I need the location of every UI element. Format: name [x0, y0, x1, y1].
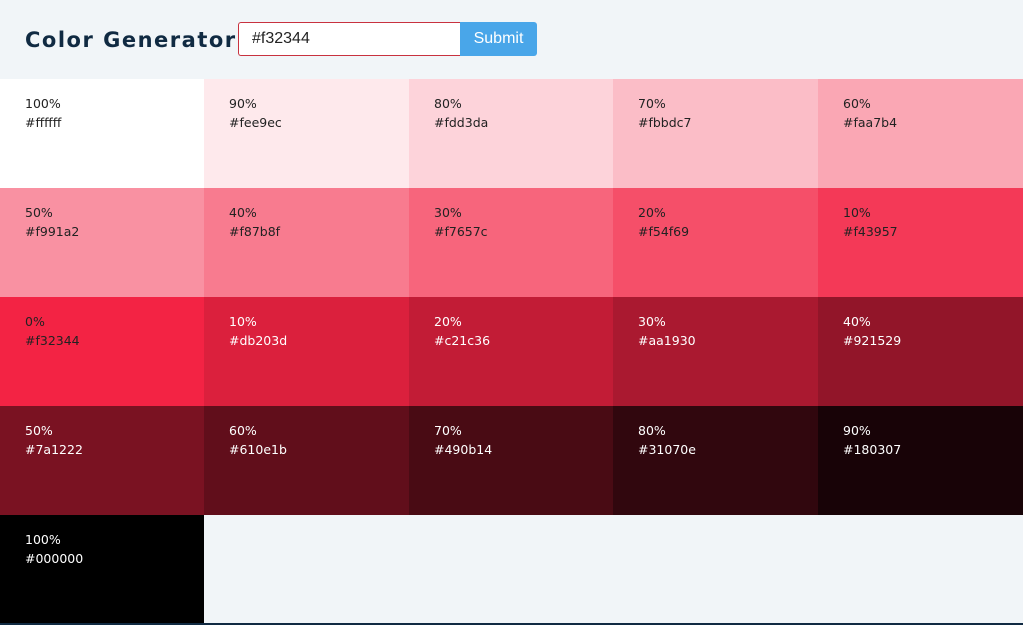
swatch-percent: 100% — [25, 96, 61, 111]
swatch-hex-value: #db203d — [229, 333, 288, 348]
swatch-percent: 20% — [434, 314, 462, 329]
color-swatch[interactable]: 50% #f991a2 — [0, 188, 204, 297]
swatch-hex-value: #f43957 — [843, 224, 898, 239]
swatch-hex-value: #f32344 — [25, 333, 80, 348]
swatch-percent: 50% — [25, 423, 53, 438]
header: Color Generator Submit — [0, 0, 1023, 78]
swatch-percent: 90% — [843, 423, 871, 438]
color-swatch[interactable]: 50% #7a1222 — [0, 406, 204, 515]
color-swatch[interactable]: 40% #f87b8f — [204, 188, 409, 297]
color-swatch[interactable]: 10% #db203d — [204, 297, 409, 406]
swatch-hex-value: #fbbdc7 — [638, 115, 692, 130]
color-swatch[interactable]: 0% #f32344 — [0, 297, 204, 406]
swatch-percent: 10% — [229, 314, 257, 329]
color-swatch-grid: 100% #ffffff 90% #fee9ec 80% #fdd3da 70% #fbbdc… — [0, 79, 1023, 624]
swatch-hex-value: #faa7b4 — [843, 115, 898, 130]
swatch-hex-value: #fdd3da — [434, 115, 489, 130]
color-swatch[interactable]: 100% #000000 — [0, 515, 204, 624]
swatch-percent: 90% — [229, 96, 257, 111]
app-title: Color Generator — [25, 28, 237, 52]
color-swatch[interactable]: 10% #f43957 — [818, 188, 1023, 297]
swatch-hex-value: #f87b8f — [229, 224, 281, 239]
swatch-percent: 40% — [843, 314, 871, 329]
swatch-hex-value: #f54f69 — [638, 224, 690, 239]
color-swatch[interactable]: 60% #610e1b — [204, 406, 409, 515]
color-form: Submit — [238, 22, 537, 56]
swatch-percent: 100% — [25, 532, 61, 547]
swatch-hex-value: #610e1b — [229, 442, 287, 457]
swatch-hex-value: #c21c36 — [434, 333, 491, 348]
swatch-hex-value: #aa1930 — [638, 333, 696, 348]
swatch-hex-value: #fee9ec — [229, 115, 282, 130]
swatch-hex-value: #ffffff — [25, 115, 62, 130]
color-swatch[interactable]: 90% #fee9ec — [204, 79, 409, 188]
swatch-percent: 60% — [229, 423, 257, 438]
swatch-hex-value: #490b14 — [434, 442, 493, 457]
color-swatch[interactable]: 70% #fbbdc7 — [613, 79, 818, 188]
swatch-percent: 10% — [843, 205, 871, 220]
swatch-percent: 30% — [434, 205, 462, 220]
color-swatch[interactable]: 80% #31070e — [613, 406, 818, 515]
swatch-percent: 0% — [25, 314, 45, 329]
swatch-percent: 70% — [638, 96, 666, 111]
swatch-percent: 50% — [25, 205, 53, 220]
swatch-percent: 60% — [843, 96, 871, 111]
swatch-hex-value: #7a1222 — [25, 442, 83, 457]
color-swatch[interactable]: 70% #490b14 — [409, 406, 613, 515]
swatch-percent: 80% — [434, 96, 462, 111]
color-swatch[interactable]: 40% #921529 — [818, 297, 1023, 406]
color-swatch[interactable]: 60% #faa7b4 — [818, 79, 1023, 188]
color-swatch[interactable]: 30% #aa1930 — [613, 297, 818, 406]
swatch-percent: 80% — [638, 423, 666, 438]
swatch-hex-value: #000000 — [25, 551, 84, 566]
swatch-percent: 30% — [638, 314, 666, 329]
swatch-hex-value: #31070e — [638, 442, 696, 457]
color-swatch[interactable]: 30% #f7657c — [409, 188, 613, 297]
swatch-hex-value: #f7657c — [434, 224, 488, 239]
submit-button[interactable]: Submit — [460, 22, 537, 56]
color-swatch[interactable]: 90% #180307 — [818, 406, 1023, 515]
color-swatch[interactable]: 100% #ffffff — [0, 79, 204, 188]
color-swatch[interactable]: 80% #fdd3da — [409, 79, 613, 188]
color-swatch[interactable]: 20% #c21c36 — [409, 297, 613, 406]
swatch-percent: 40% — [229, 205, 257, 220]
swatch-hex-value: #180307 — [843, 442, 902, 457]
swatch-percent: 20% — [638, 205, 666, 220]
swatch-hex-value: #921529 — [843, 333, 902, 348]
swatch-percent: 70% — [434, 423, 462, 438]
color-swatch[interactable]: 20% #f54f69 — [613, 188, 818, 297]
swatch-hex-value: #f991a2 — [25, 224, 80, 239]
color-input[interactable] — [238, 22, 460, 56]
